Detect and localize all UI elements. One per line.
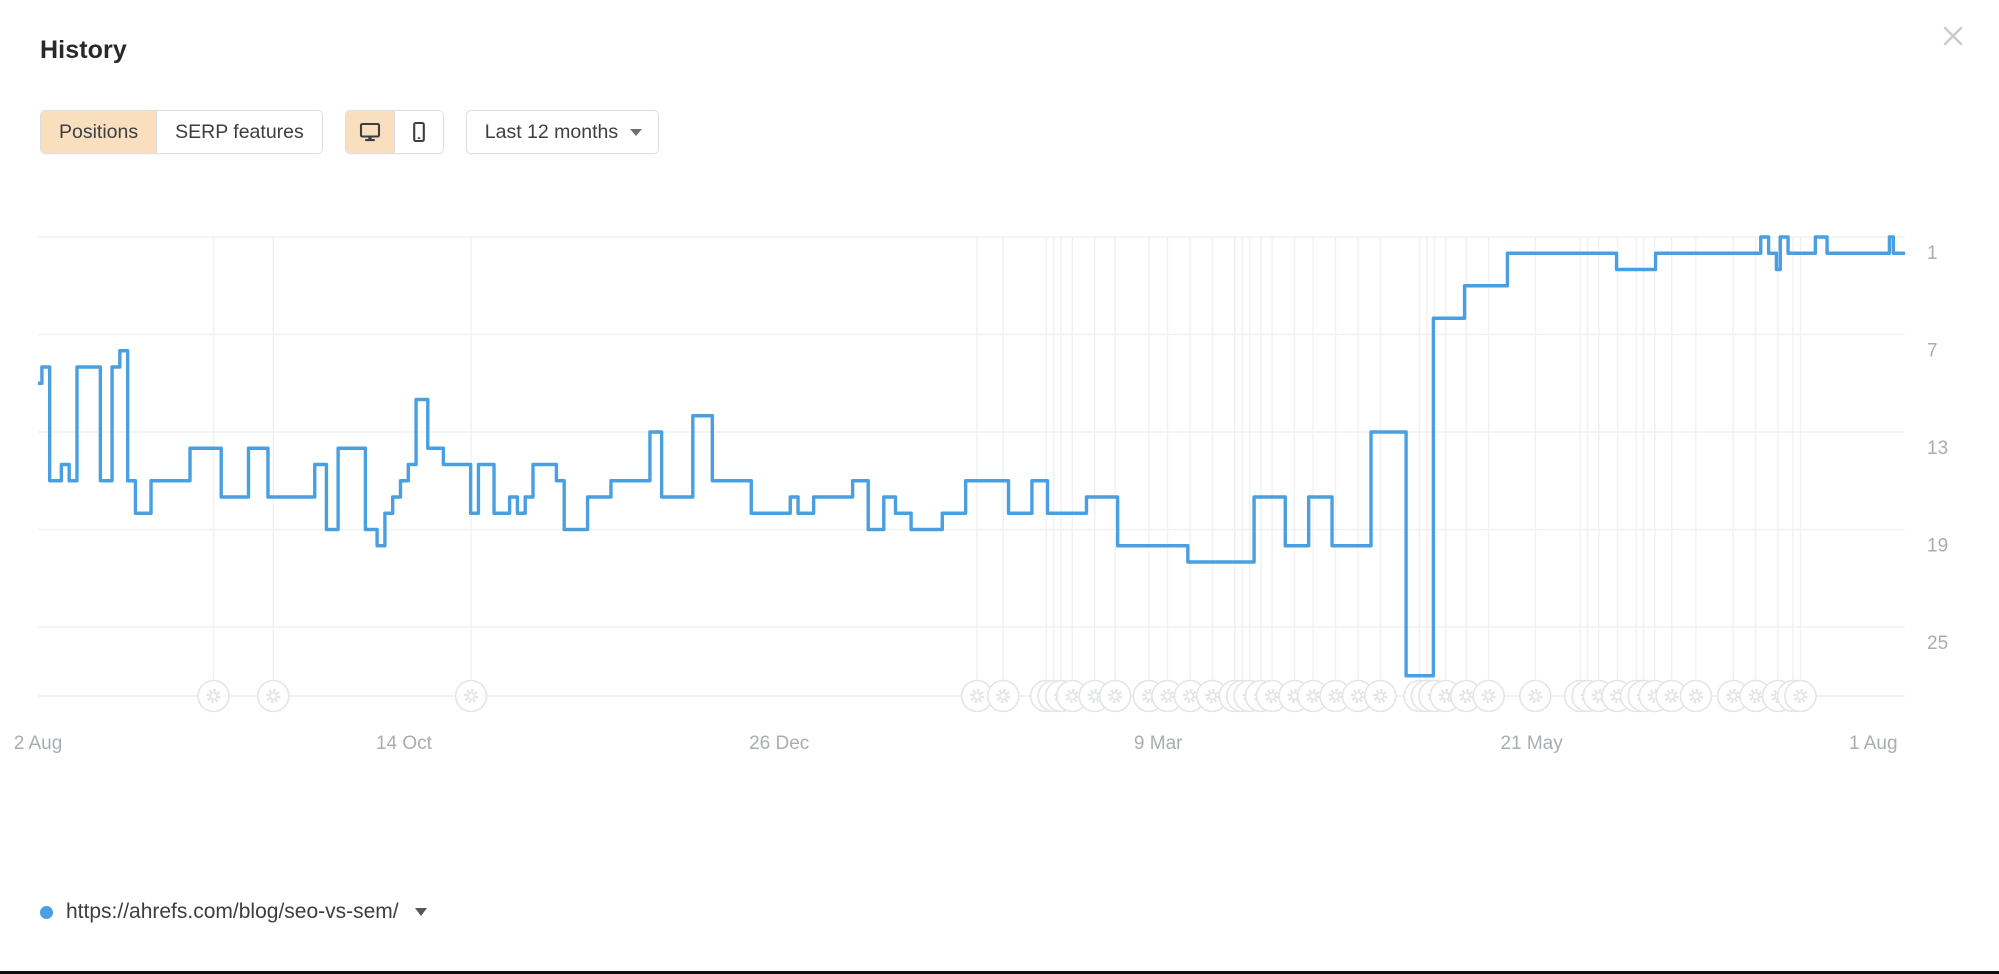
page-title: History xyxy=(40,36,127,65)
svg-text:7: 7 xyxy=(1927,341,1938,362)
date-range-dropdown[interactable]: Last 12 months xyxy=(466,110,659,154)
chevron-down-icon xyxy=(630,129,642,136)
svg-text:9 Mar: 9 Mar xyxy=(1134,733,1183,754)
legend-color-dot xyxy=(40,906,53,919)
svg-text:2 Aug: 2 Aug xyxy=(14,733,63,754)
chevron-down-icon xyxy=(415,908,427,916)
mobile-icon[interactable] xyxy=(395,111,443,153)
legend-item-url[interactable]: https://ahrefs.com/blog/seo-vs-sem/ xyxy=(40,900,427,924)
tab-positions[interactable]: Positions xyxy=(41,111,157,153)
svg-text:1 Aug: 1 Aug xyxy=(1849,733,1898,754)
svg-text:21 May: 21 May xyxy=(1500,733,1563,754)
svg-text:14 Oct: 14 Oct xyxy=(376,733,433,754)
svg-text:1: 1 xyxy=(1927,243,1938,264)
positions-history-chart[interactable]: 1 7 13 19 25 2 Aug 14 Oct 26 Dec 9 Mar 21 May 1 Au… xyxy=(0,210,1999,870)
svg-text:19: 19 xyxy=(1927,536,1948,557)
chart-toolbar: Positions SERP features Last 12 months xyxy=(40,110,659,154)
desktop-icon[interactable] xyxy=(346,111,395,153)
date-range-label: Last 12 months xyxy=(485,121,618,144)
close-icon[interactable] xyxy=(1931,14,1975,58)
view-type-segmented-control: Positions SERP features xyxy=(40,110,323,154)
svg-text:26 Dec: 26 Dec xyxy=(749,733,809,754)
svg-text:13: 13 xyxy=(1927,438,1948,459)
legend-url-label: https://ahrefs.com/blog/seo-vs-sem/ xyxy=(66,900,399,924)
svg-text:25: 25 xyxy=(1927,633,1948,654)
device-segmented-control xyxy=(345,110,444,154)
history-panel: History Positions SERP features xyxy=(0,0,1999,974)
tab-serp-features[interactable]: SERP features xyxy=(157,111,322,153)
